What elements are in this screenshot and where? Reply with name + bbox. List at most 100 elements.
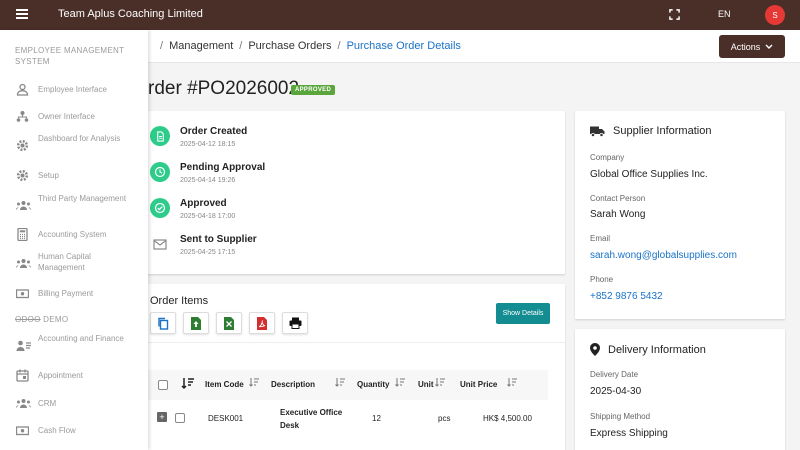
order-items-card: Order Items Show Details Item Code Descr… [148,284,565,450]
actions-label: Actions [730,41,761,52]
cell-unit: pcs [438,414,451,423]
breadcrumb-separator: / [239,40,243,52]
csv-export-button[interactable] [183,312,209,334]
sidebar-item-label: Human Capital Management [38,252,91,272]
sort-columns-icon[interactable] [181,376,195,390]
row-checkbox[interactable] [175,413,185,423]
breadcrumb-separator: / [160,40,164,52]
column-header-unit[interactable]: Unit [418,380,434,389]
avatar[interactable]: S [765,5,785,25]
supplier-card: Supplier Information Company Global Offi… [575,111,785,319]
export-toolbar [150,312,308,334]
column-header-quantity[interactable]: Quantity [357,380,389,389]
table-header: Item Code Description Quantity Unit Unit… [148,370,548,400]
sort-icon[interactable] [507,377,517,387]
section-rest-text: DEMO [40,315,69,324]
sidebar-item-label: Third Party Management [38,194,127,203]
sidebar-item-crm[interactable]: CRM [0,396,148,412]
company-value: Global Office Supplies Inc. [590,169,708,180]
pdf-export-button[interactable] [249,312,275,334]
sidebar-section-title: EMPLOYEE MANAGEMENT SYSTEM [15,46,125,66]
sidebar-item-cash-flow[interactable]: Cash Flow [0,423,148,439]
sidebar-item-label: Dashboard for Analysis [38,134,121,143]
delivery-heading-label: Delivery Information [608,343,706,356]
column-header-item-code[interactable]: Item Code [205,380,244,389]
sidebar-item-appointment[interactable]: Appointment [0,368,148,384]
printer-icon [289,317,301,329]
sort-icon[interactable] [335,377,345,387]
menu-icon[interactable] [16,9,28,19]
check-circle-icon [150,198,170,218]
expand-row-button[interactable]: + [157,412,167,422]
company-label: Company [590,153,625,162]
cell-quantity: 12 [372,414,381,423]
sidebar-item-label: Employee Interface [38,85,107,94]
delivery-date-label: Delivery Date [590,370,639,379]
sidebar-item-accounting-finance[interactable]: Accounting and Finance [0,332,148,358]
sidebar-item-employee-interface[interactable]: Employee Interface [0,82,148,98]
money-icon [16,426,29,436]
show-details-button[interactable]: Show Details [496,303,550,324]
gear-icon [16,169,29,182]
sidebar-item-billing[interactable]: Billing Payment [0,286,148,302]
group-icon [16,201,31,210]
actions-button[interactable]: Actions [719,35,785,58]
sidebar-item-label: Billing Payment [38,289,94,298]
sidebar-item-label: Accounting and Finance [38,334,124,343]
cell-description-line1: Executive Office [280,408,343,417]
timeline-date: 2025-04-25 17:15 [180,249,236,256]
gear-icon [16,139,29,152]
excel-export-button[interactable] [216,312,242,334]
fullscreen-icon[interactable] [669,9,680,20]
sidebar-item-setup[interactable]: Setup [0,168,148,184]
supplier-heading-label: Supplier Information [613,125,712,137]
print-button[interactable] [282,312,308,334]
mail-icon [150,234,170,254]
sidebar-item-owner-interface[interactable]: Owner Interface [0,109,148,125]
top-bar: Team Aplus Coaching Limited EN S [0,0,800,30]
column-header-unit-price[interactable]: Unit Price [460,380,497,389]
sidebar-item-accounting-system[interactable]: Accounting System [0,227,148,243]
document-icon [150,126,170,146]
breadcrumb-purchase-orders[interactable]: Purchase Orders [248,40,331,52]
breadcrumb: / Management / Purchase Orders / Purchase Ord… [154,40,461,52]
phone-link[interactable]: +852 9876 5432 [590,291,663,302]
chevron-down-icon [765,44,773,49]
copy-button[interactable] [150,312,176,334]
status-badge: APPROVED [291,85,336,95]
breadcrumb-bar: / Management / Purchase Orders / Purchase Ord… [148,30,800,63]
sidebar-item-dashboard[interactable]: Dashboard for Analysis [0,132,148,158]
group-icon [16,399,31,408]
language-switch[interactable]: EN [718,9,731,19]
sidebar-section-title: ODOO DEMO [15,314,68,325]
cell-description-line2: Desk [280,421,300,430]
timeline-date: 2025-04-12 18:15 [180,141,236,148]
supplier-heading: Supplier Information [590,125,711,137]
clock-icon [150,162,170,182]
breadcrumb-management[interactable]: Management [169,40,233,52]
section-strike-text: ODOO [15,315,41,324]
page-title: rder #PO2026002 [148,78,300,99]
app-title: Team Aplus Coaching Limited [58,8,203,20]
sidebar-item-label: Accounting System [38,230,107,239]
breadcrumb-current: Purchase Order Details [346,40,461,52]
sidebar-item-third-party[interactable]: Third Party Management [0,192,148,218]
sort-icon[interactable] [249,377,259,387]
timeline-title: Sent to Supplier [180,234,257,245]
timeline-date: 2025-04-18 17:00 [180,213,236,220]
sidebar-item-label: CRM [38,399,57,408]
sidebar-item-human-capital[interactable]: Human Capital Management [0,250,148,276]
table-row: + DESK001 Executive Office Desk 12 pcs H… [148,402,548,436]
pdf-icon [257,316,267,330]
column-header-description[interactable]: Description [271,380,315,389]
sidebar: EMPLOYEE MANAGEMENT SYSTEM Employee Inte… [0,30,148,450]
sort-icon[interactable] [435,377,445,387]
email-link[interactable]: sarah.wong@globalsupplies.com [590,250,737,261]
select-all-checkbox[interactable] [158,380,168,390]
order-items-title: Order Items [150,295,209,307]
delivery-card: Delivery Information Delivery Date 2025-… [575,329,785,450]
group-icon [16,259,31,268]
cell-unit-price: HK$ 4,500.00 [483,414,532,423]
sort-icon[interactable] [395,377,405,387]
shipping-method-value: Express Shipping [590,428,668,439]
